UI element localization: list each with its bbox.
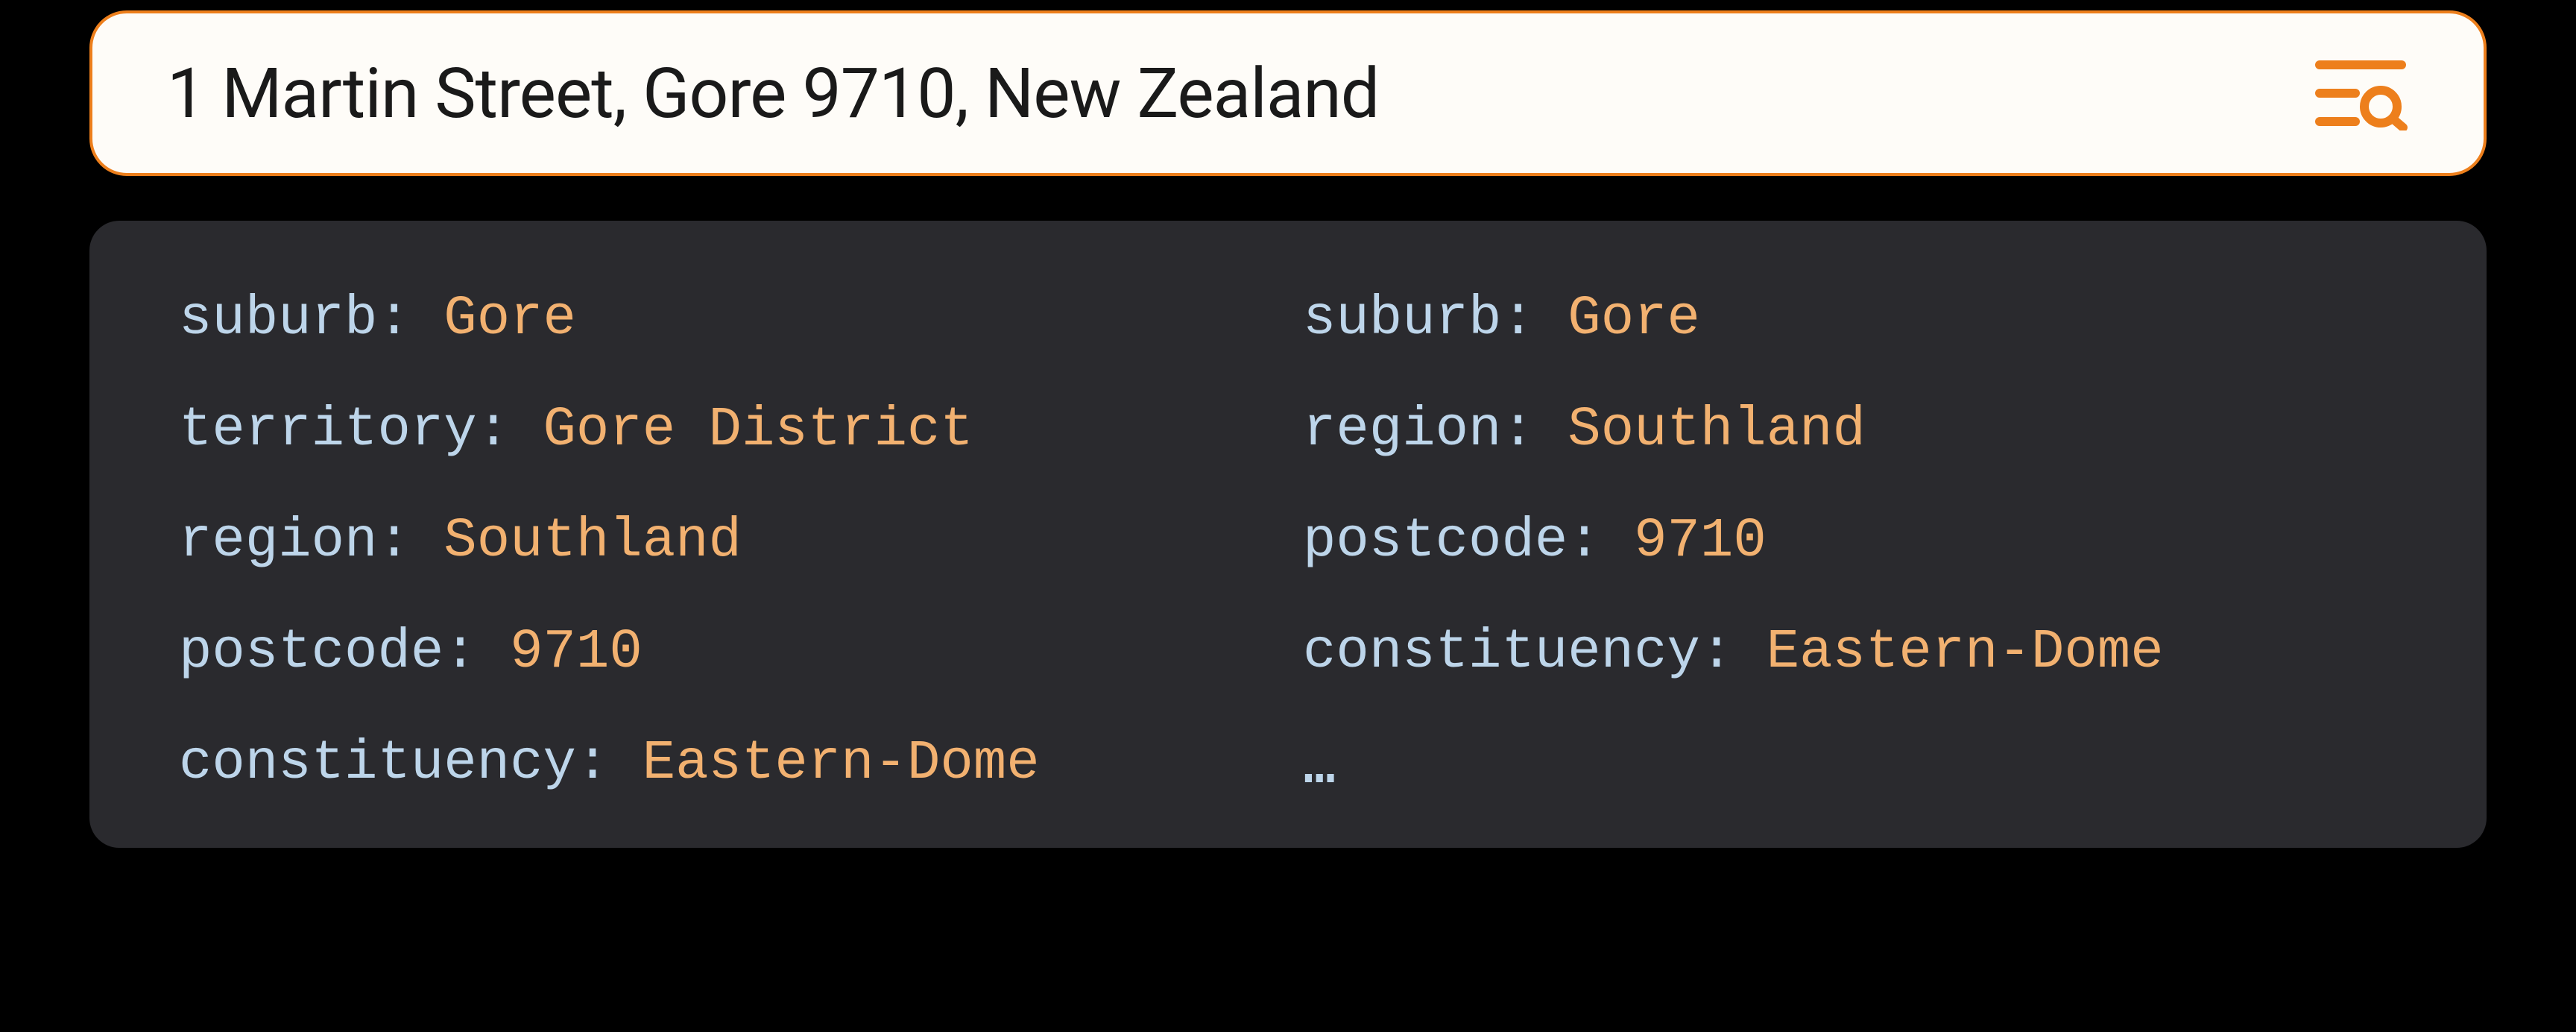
list-search-icon bbox=[2312, 56, 2409, 130]
result-value: Eastern-Dome bbox=[1767, 621, 2164, 684]
result-value: Eastern-Dome bbox=[643, 732, 1040, 795]
result-key: suburb bbox=[179, 288, 377, 350]
result-sep: : bbox=[377, 288, 443, 350]
result-value: Southland bbox=[1568, 399, 1866, 462]
result-row: postcode: 9710 bbox=[179, 625, 1273, 680]
search-bar bbox=[89, 10, 2487, 176]
result-row: postcode: 9710 bbox=[1303, 514, 2397, 569]
search-input[interactable] bbox=[167, 53, 2305, 134]
result-row: territory: Gore District bbox=[179, 403, 1273, 458]
ellipsis: … bbox=[1303, 731, 1336, 796]
result-value: Southland bbox=[443, 510, 742, 573]
result-key: region bbox=[1303, 399, 1501, 462]
result-row: constituency: Eastern-Dome bbox=[1303, 625, 2397, 680]
result-row: region: Southland bbox=[179, 514, 1273, 569]
result-row: constituency: Eastern-Dome bbox=[179, 736, 1273, 791]
result-sep: : bbox=[1501, 399, 1568, 462]
result-value: Gore bbox=[1568, 288, 1700, 350]
result-row: suburb: Gore bbox=[1303, 292, 2397, 347]
result-row: region: Southland bbox=[1303, 403, 2397, 458]
result-value: Gore bbox=[443, 288, 576, 350]
result-sep: : bbox=[477, 399, 543, 462]
result-value: Gore District bbox=[543, 399, 973, 462]
result-key: region bbox=[179, 510, 377, 573]
result-sep: : bbox=[443, 621, 510, 684]
result-value: 9710 bbox=[510, 621, 643, 684]
result-sep: : bbox=[1700, 621, 1767, 684]
result-key: postcode bbox=[179, 621, 443, 684]
result-sep: : bbox=[377, 510, 443, 573]
result-sep: : bbox=[1501, 288, 1568, 350]
search-filter-button[interactable] bbox=[2305, 48, 2416, 138]
result-key: constituency bbox=[1303, 621, 1700, 684]
results-panel: suburb: Gore territory: Gore District re… bbox=[89, 221, 2487, 848]
result-sep: : bbox=[576, 732, 643, 795]
result-key: suburb bbox=[1303, 288, 1501, 350]
result-key: territory bbox=[179, 399, 477, 462]
result-row: suburb: Gore bbox=[179, 292, 1273, 347]
result-column-right: suburb: Gore region: Southland postcode:… bbox=[1303, 292, 2397, 796]
result-key: constituency bbox=[179, 732, 576, 795]
result-value: 9710 bbox=[1634, 510, 1767, 573]
result-column-left: suburb: Gore territory: Gore District re… bbox=[179, 292, 1273, 796]
result-ellipsis: … bbox=[1303, 736, 2397, 796]
result-key: postcode bbox=[1303, 510, 1568, 573]
result-sep: : bbox=[1568, 510, 1634, 573]
